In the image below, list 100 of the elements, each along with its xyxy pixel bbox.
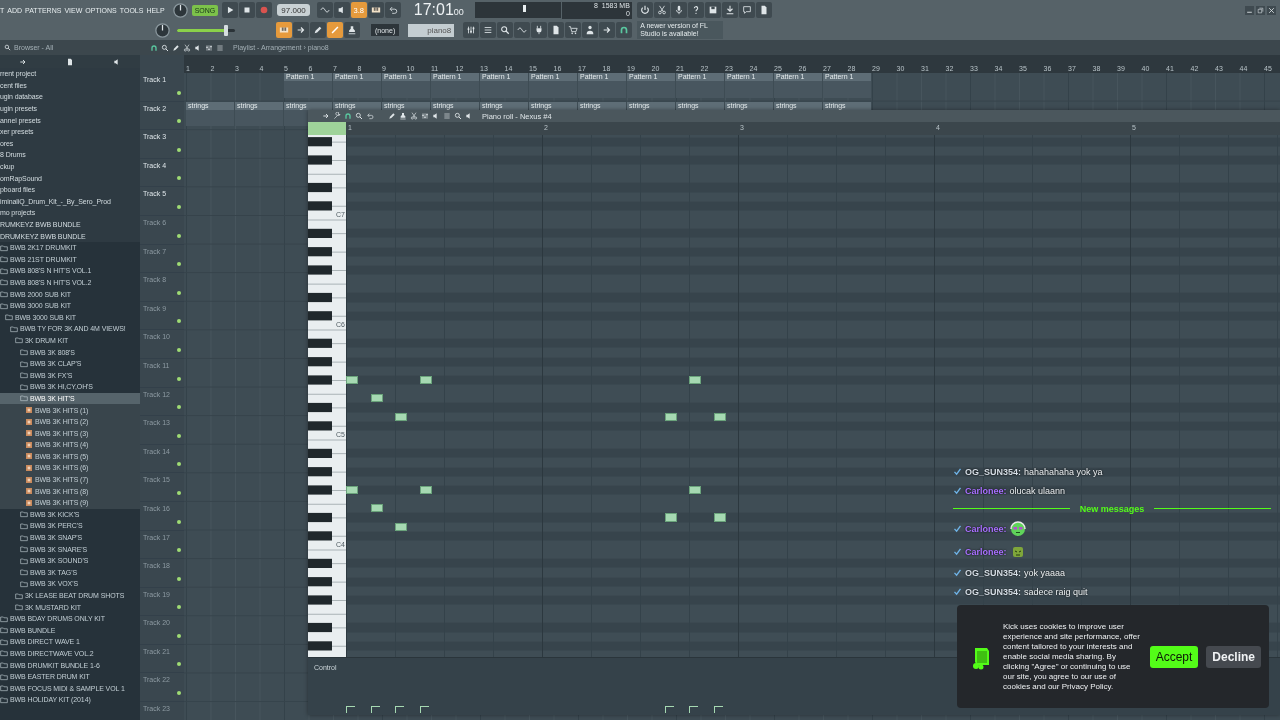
tempo-display[interactable]: 97.000 (277, 4, 310, 16)
note-block[interactable] (713, 513, 726, 522)
track-led[interactable] (177, 147, 181, 152)
list-button[interactable] (480, 22, 497, 38)
microphone-icon (673, 5, 684, 15)
check-icon (953, 568, 962, 577)
track-led[interactable] (177, 90, 181, 95)
undo-icon (366, 112, 374, 120)
power-button[interactable] (636, 2, 653, 18)
mixer-icon (421, 112, 429, 120)
velocity-bar[interactable] (664, 706, 674, 713)
velocity-bar[interactable] (370, 706, 380, 713)
magnifier-icon (454, 112, 462, 120)
note-block[interactable] (664, 513, 677, 522)
track-led[interactable] (177, 176, 181, 181)
arrow-icon (296, 25, 306, 35)
wave-button[interactable] (514, 22, 531, 38)
track-led[interactable] (177, 405, 181, 410)
close-button[interactable] (1267, 5, 1276, 15)
note-block[interactable] (395, 412, 407, 421)
minimize-button[interactable] (1245, 5, 1254, 15)
velocity-bar[interactable] (713, 706, 723, 713)
track-led[interactable] (177, 576, 181, 581)
arrow-icon (602, 25, 613, 35)
save-button[interactable] (704, 2, 721, 18)
slider-thumb[interactable] (224, 24, 229, 36)
wave-button[interactable] (316, 2, 333, 18)
track-led[interactable] (177, 433, 181, 438)
velocity-bar[interactable] (346, 706, 355, 713)
keyboard-button[interactable] (276, 22, 292, 38)
track-led[interactable] (177, 119, 181, 124)
track-led[interactable] (177, 319, 181, 324)
power-icon (639, 5, 650, 15)
track-led[interactable] (177, 691, 181, 696)
magnifier-button[interactable] (497, 22, 514, 38)
stop-button[interactable] (239, 2, 256, 18)
speaker-icon (112, 57, 121, 66)
track-led[interactable] (177, 262, 181, 267)
arrow-button[interactable] (599, 22, 616, 38)
plug-button[interactable] (531, 22, 548, 38)
track-led[interactable] (177, 204, 181, 209)
wrench-icon (333, 112, 341, 120)
track-led[interactable] (177, 490, 181, 495)
track-led[interactable] (177, 347, 181, 352)
note-block[interactable] (689, 485, 701, 495)
mixer-button[interactable] (463, 22, 480, 38)
arrow-button[interactable] (293, 22, 309, 38)
note-block[interactable] (713, 412, 726, 421)
undo-button[interactable] (384, 2, 401, 18)
note-block[interactable] (370, 504, 383, 513)
chat-username[interactable]: OG_SUN354: (965, 466, 1022, 477)
chat-username[interactable]: OG_SUN354: (965, 586, 1022, 597)
play-button[interactable] (222, 2, 239, 18)
decline-button[interactable]: Decline (1206, 645, 1261, 668)
chat-button[interactable] (738, 2, 755, 18)
document-button[interactable] (548, 22, 565, 38)
note-block[interactable] (346, 485, 358, 495)
arrow-icon (322, 112, 330, 120)
note-block[interactable] (395, 522, 407, 531)
track-led[interactable] (177, 290, 181, 295)
track-led[interactable] (177, 233, 181, 238)
track-led[interactable] (177, 548, 181, 553)
magnet-button[interactable] (616, 22, 633, 38)
person-button[interactable] (582, 22, 599, 38)
note-block[interactable] (664, 412, 677, 421)
speaker-button[interactable] (333, 2, 350, 18)
accept-button[interactable]: Accept (1149, 645, 1199, 668)
help-button[interactable] (687, 2, 704, 18)
check-icon (953, 467, 962, 476)
track-led[interactable] (177, 462, 181, 467)
keyboard-button[interactable] (367, 2, 384, 18)
pencil-icon (313, 25, 323, 35)
track-led[interactable] (177, 376, 181, 381)
chat-username[interactable]: OG_SUN354: (965, 567, 1022, 578)
document-button[interactable] (755, 2, 772, 18)
velocity-bar[interactable] (395, 706, 404, 713)
track-led[interactable] (177, 519, 181, 524)
note-block[interactable] (370, 394, 383, 403)
note-block[interactable] (419, 485, 432, 495)
wave-icon (319, 5, 330, 15)
track-led[interactable] (177, 662, 181, 667)
magnifier-icon (355, 112, 363, 120)
note-block[interactable] (689, 375, 701, 385)
scissors-button[interactable] (653, 2, 670, 18)
scissors-icon (656, 5, 667, 15)
download-button[interactable] (721, 2, 738, 18)
stamp-button[interactable] (344, 22, 360, 38)
microphone-button[interactable] (670, 2, 687, 18)
note-block[interactable] (419, 375, 432, 385)
velocity-bar[interactable] (419, 706, 429, 713)
restore-button[interactable] (1256, 5, 1265, 15)
pattern-selector[interactable]: piano8 (408, 23, 455, 37)
stop-icon (242, 5, 253, 15)
cart-button[interactable] (565, 22, 582, 38)
track-led[interactable] (177, 605, 181, 610)
track-led[interactable] (177, 633, 181, 638)
pencil-button[interactable] (310, 22, 326, 38)
velocity-bar[interactable] (689, 706, 698, 713)
note-block[interactable] (346, 375, 358, 385)
chat-message: olucak ulaann (1009, 485, 1066, 496)
